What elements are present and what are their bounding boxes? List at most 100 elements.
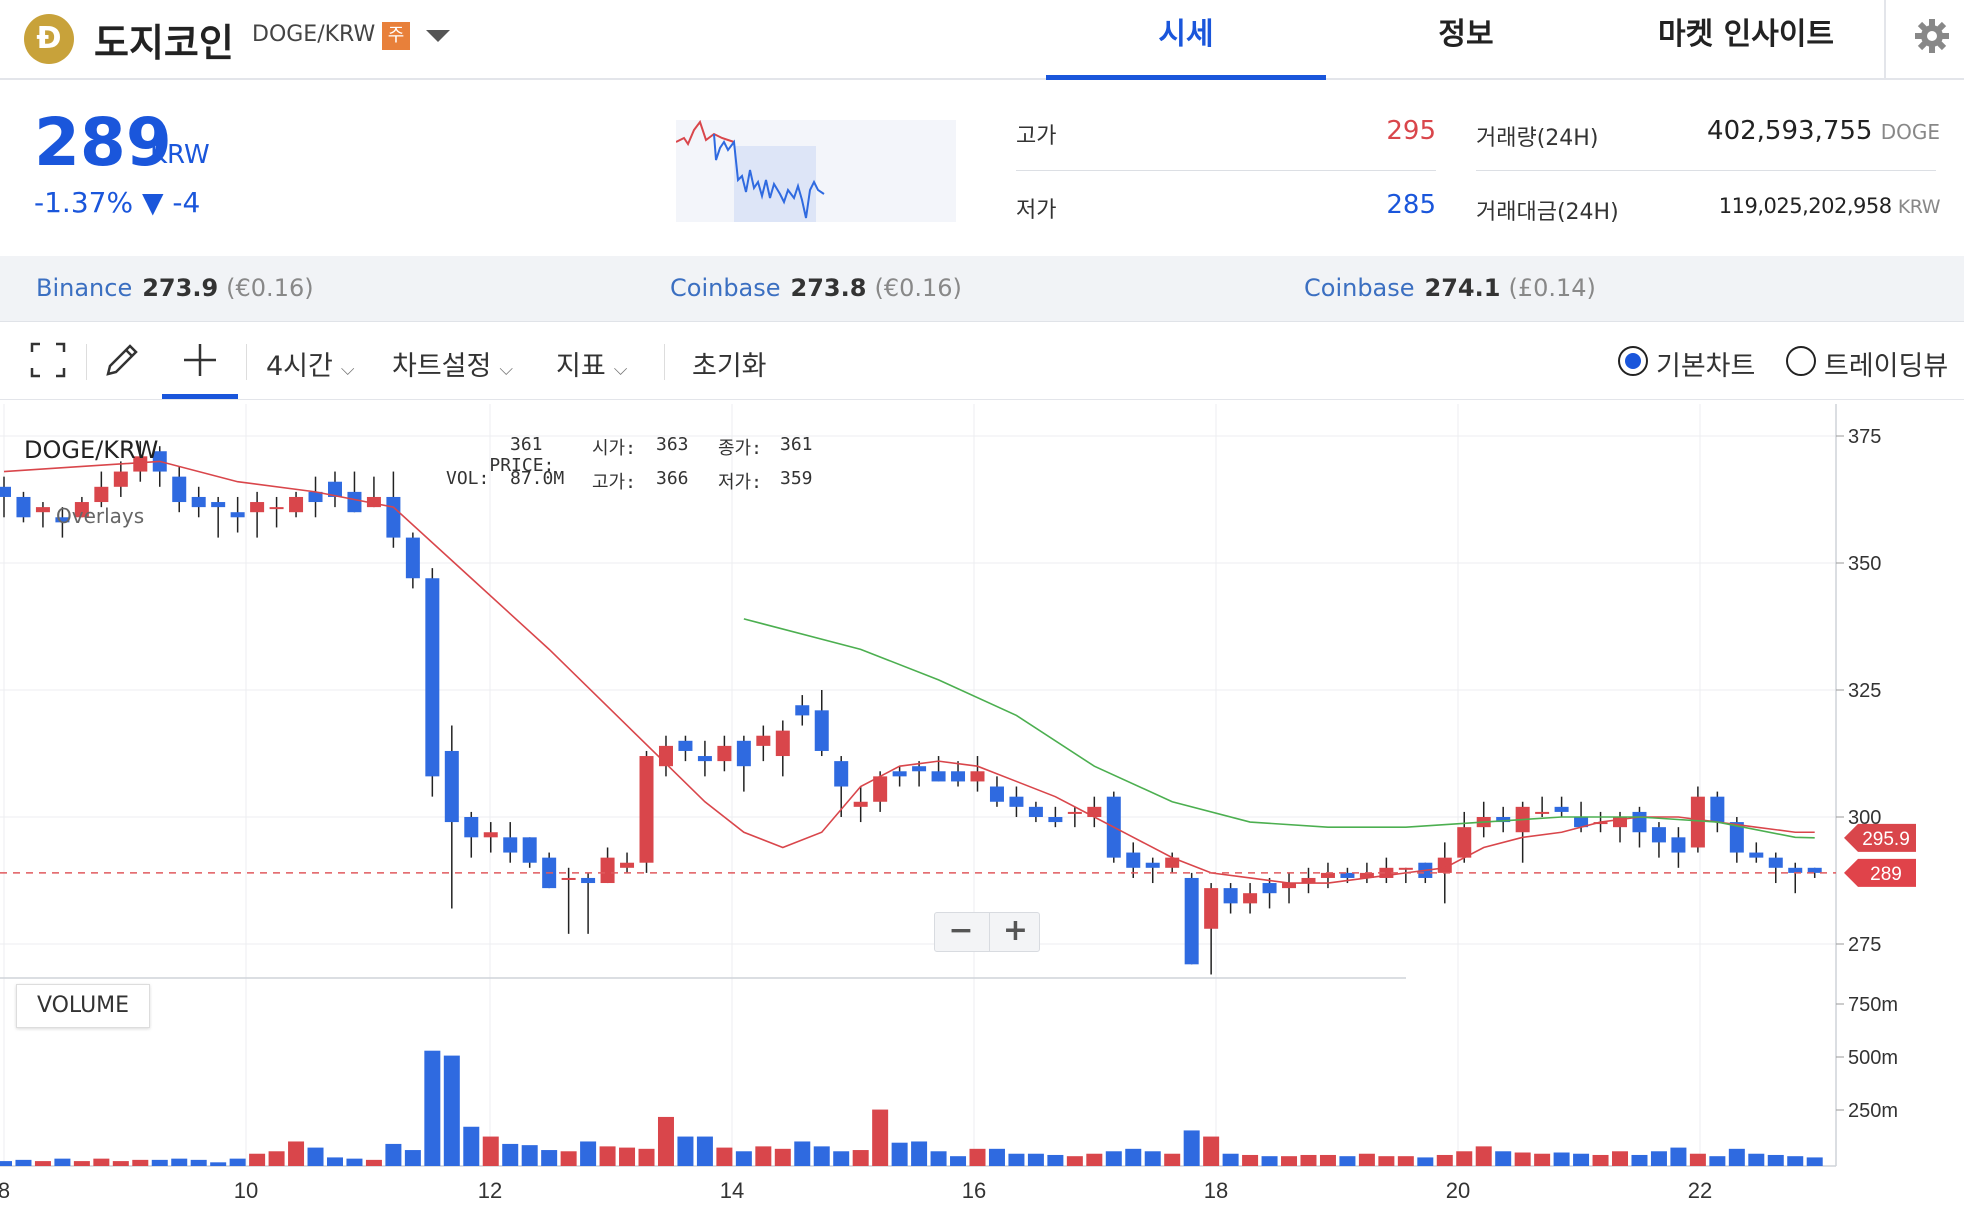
price-change: -1.37% ▼ -4 xyxy=(34,186,201,219)
volume-bar xyxy=(1689,1153,1706,1166)
interval-label: 4시간 xyxy=(266,351,333,382)
volume-bar xyxy=(930,1151,947,1166)
volume-bar xyxy=(190,1159,207,1166)
exchange-converted: (€0.16) xyxy=(874,274,962,302)
tab-price[interactable]: 시세 xyxy=(1046,10,1326,80)
candle-body xyxy=(736,740,751,767)
chevron-down-icon[interactable] xyxy=(426,30,450,42)
zoom-in-button[interactable]: + xyxy=(989,913,1041,951)
open-info-label: 시가: xyxy=(592,438,636,459)
exchange-item[interactable]: Coinbase 274.1 (£0.14) xyxy=(1304,274,1596,302)
candle-body xyxy=(1768,857,1783,868)
y-tick-label: 375 xyxy=(1848,426,1881,448)
volume-bar xyxy=(657,1116,674,1166)
fullscreen-icon[interactable] xyxy=(26,338,70,382)
candle-body xyxy=(561,877,576,880)
volume-bar xyxy=(1417,1157,1434,1166)
volume-bar xyxy=(950,1156,967,1166)
volume-tick-label: 250m xyxy=(1848,1100,1898,1122)
volume-bar xyxy=(969,1148,986,1166)
candle-body xyxy=(951,771,966,782)
volume-bar xyxy=(1534,1153,1551,1166)
volume-bar xyxy=(755,1146,772,1166)
overlays-toggle[interactable]: Overlays xyxy=(56,504,144,528)
volume-bar xyxy=(443,1055,460,1166)
chart-settings-select[interactable]: 차트설정 ⌵ xyxy=(392,344,513,383)
price-chart[interactable]: 375 350 325 300 275 750m 500m 250m 8 10 12 14 16 18 20… xyxy=(0,404,1964,1222)
candle-body xyxy=(94,486,109,503)
price-unit: KRW xyxy=(150,140,210,170)
volume-bar xyxy=(1495,1151,1512,1166)
reset-button[interactable]: 초기화 xyxy=(692,344,767,383)
low-info-label: 저가: xyxy=(718,472,762,493)
gear-icon[interactable] xyxy=(1912,16,1952,56)
volume-bar xyxy=(93,1158,110,1166)
volume-bar xyxy=(1728,1148,1745,1166)
volume-bar xyxy=(638,1148,655,1166)
low-value: 285 xyxy=(1386,190,1436,220)
interval-select[interactable]: 4시간 ⌵ xyxy=(266,344,355,383)
volume-bar xyxy=(307,1147,324,1166)
volume-bar xyxy=(1650,1151,1667,1166)
volume-bar xyxy=(171,1158,188,1166)
candle-body xyxy=(697,756,712,762)
toolbar-separator xyxy=(664,344,665,380)
volume-bar xyxy=(54,1158,71,1166)
volume-bar xyxy=(151,1159,168,1166)
candle-body xyxy=(347,491,362,513)
doge-logo-icon: Ð xyxy=(24,14,74,64)
candle-body xyxy=(873,776,888,802)
candle-body xyxy=(814,710,829,751)
tab-market-insight[interactable]: 마켓 인사이트 xyxy=(1606,10,1886,80)
candle-body xyxy=(795,705,810,716)
volume-bar xyxy=(1281,1156,1298,1166)
volume-tick-label: 750m xyxy=(1848,994,1898,1016)
candle-body xyxy=(581,877,596,884)
toolbar-separator xyxy=(86,344,87,380)
candle-body xyxy=(1204,888,1219,929)
indicators-select[interactable]: 지표 ⌵ xyxy=(556,344,627,383)
amount-24h-unit: KRW xyxy=(1897,196,1941,218)
candle-body xyxy=(522,837,537,863)
candle-body xyxy=(1028,806,1043,817)
volume-bar xyxy=(1027,1153,1044,1166)
volume-bar xyxy=(404,1150,421,1166)
volume-bar xyxy=(774,1148,791,1166)
basic-chart-label[interactable]: 기본차트 xyxy=(1656,344,1755,383)
volume-24h-unit: DOGE xyxy=(1880,120,1940,144)
zoom-out-button[interactable]: − xyxy=(935,913,987,951)
candle-body xyxy=(620,862,635,868)
volume-bar xyxy=(1086,1153,1103,1166)
candlestick-chart-svg[interactable]: 375350325300275750m500m250m8 10 12 14 16 18 20… xyxy=(0,404,1964,1222)
trading-view-radio[interactable] xyxy=(1786,346,1816,376)
volume-bar xyxy=(502,1143,519,1166)
chart-toolbar: 4시간 ⌵ 차트설정 ⌵ 지표 ⌵ 초기화 기본차트 트레이딩뷰 xyxy=(0,322,1964,400)
exchange-item[interactable]: Binance 273.9 (€0.16) xyxy=(36,274,314,302)
volume-bar xyxy=(463,1126,480,1166)
y-tick-label: 350 xyxy=(1848,553,1881,575)
pencil-icon[interactable] xyxy=(100,338,144,382)
volume-bar xyxy=(268,1151,285,1166)
price-info-value: 361 xyxy=(510,434,543,455)
volume-bar xyxy=(1631,1154,1648,1166)
candle-body xyxy=(989,786,1004,802)
volume-bar xyxy=(794,1141,811,1166)
amount-24h-value: 119,025,202,958 KRW xyxy=(1600,194,1941,218)
candle-body xyxy=(600,857,615,884)
x-tick-label: 8 xyxy=(0,1178,10,1203)
trading-view-label[interactable]: 트레이딩뷰 xyxy=(1824,344,1948,383)
basic-chart-radio[interactable] xyxy=(1618,346,1648,376)
candle-body xyxy=(444,750,459,823)
exchange-item[interactable]: Coinbase 273.8 (€0.16) xyxy=(670,274,962,302)
volume-bar xyxy=(1592,1154,1609,1166)
candle-body xyxy=(756,735,771,746)
x-tick-label: 22 xyxy=(1688,1178,1712,1203)
tab-info[interactable]: 정보 xyxy=(1326,10,1606,80)
volume-24h-value: 402,593,755 DOGE xyxy=(1640,116,1940,146)
volume-bar xyxy=(1397,1156,1414,1166)
x-tick-label: 10 xyxy=(234,1178,258,1203)
exchange-price: 273.9 xyxy=(142,274,219,302)
crosshair-icon[interactable] xyxy=(178,338,222,382)
volume-bar xyxy=(1066,1156,1083,1166)
candle-body xyxy=(970,771,985,782)
